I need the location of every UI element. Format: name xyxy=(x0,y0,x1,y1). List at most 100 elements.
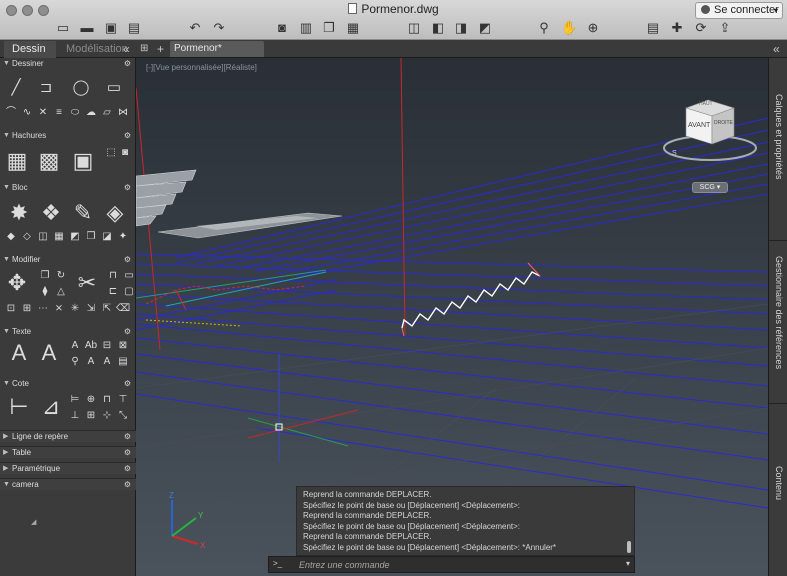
viewcube[interactable]: HAUT AVANT DROITE S xyxy=(672,98,736,157)
gear-icon[interactable]: ⚙ xyxy=(124,378,131,390)
section-camera[interactable]: ▼ camera ⚙ xyxy=(0,478,136,490)
viewcube-top-label[interactable]: HAUT xyxy=(699,101,713,107)
pan-icon[interactable]: ✋ xyxy=(561,20,577,36)
text-style-icon[interactable]: A xyxy=(68,339,82,353)
copy-tool-icon[interactable]: ❐ xyxy=(38,269,52,283)
collapse-right-panel-icon[interactable]: « xyxy=(773,41,780,57)
section-bloc[interactable]: ▼ Bloc ⚙ xyxy=(0,182,136,194)
gradient-tool-icon[interactable]: ▩ xyxy=(36,148,62,174)
mirror-tool-icon[interactable]: ⧫ xyxy=(38,285,52,299)
viewcube-front-label[interactable]: AVANT xyxy=(688,122,710,129)
grid-view-icon[interactable]: ⊞ xyxy=(140,41,148,57)
block-tool-g-icon[interactable]: ✦ xyxy=(116,230,130,244)
spline-tool-icon[interactable]: ∿ xyxy=(20,106,34,120)
block-tool-f-icon[interactable]: ◪ xyxy=(100,230,114,244)
block-tool-d-icon[interactable]: ◩ xyxy=(68,230,82,244)
section-table[interactable]: ▶ Table ⚙ xyxy=(0,446,136,458)
save-as-icon[interactable]: ▤ xyxy=(126,20,142,36)
gear-icon[interactable]: ⚙ xyxy=(124,447,131,459)
sync-icon[interactable]: ⟳ xyxy=(693,20,709,36)
orbit-icon[interactable]: ⊕ xyxy=(585,20,601,36)
break-tool-icon[interactable]: ⋯ xyxy=(36,302,50,316)
layer-state-icon[interactable]: ◩ xyxy=(477,20,493,36)
login-button[interactable]: Se connecter ▾ xyxy=(695,2,783,19)
text-scale-icon[interactable]: A xyxy=(84,355,98,369)
ray-tool-icon[interactable]: ≡ xyxy=(52,106,66,120)
join-tool-icon[interactable]: ⨯ xyxy=(52,302,66,316)
section-hachures[interactable]: ▼ Hachures ⚙ xyxy=(0,130,136,142)
multiline-text-icon[interactable]: A xyxy=(6,340,32,366)
wipeout-tool-icon[interactable]: ▱ xyxy=(100,106,114,120)
trim-tool-icon[interactable]: ✂ xyxy=(74,270,100,296)
dimension-break-icon[interactable]: ⊤ xyxy=(116,393,130,407)
single-line-text-icon[interactable]: A xyxy=(36,340,62,366)
gear-icon[interactable]: ⚙ xyxy=(124,58,131,70)
ellipse-tool-icon[interactable]: ⬭ xyxy=(68,106,82,120)
properties-icon[interactable]: ▤ xyxy=(645,20,661,36)
boundary-tool-icon[interactable]: ▣ xyxy=(70,148,96,174)
fillet-tool-icon[interactable]: ⊏ xyxy=(106,285,120,299)
insert-block-icon[interactable]: ✸ xyxy=(6,200,32,226)
align-tool-icon[interactable]: ⇱ xyxy=(100,302,114,316)
circle-tool-icon[interactable]: ◯ xyxy=(71,78,91,98)
xref-icon[interactable]: ◫ xyxy=(406,20,422,36)
offset-tool-icon[interactable]: ⊡ xyxy=(4,302,18,316)
undo-icon[interactable]: ↶ xyxy=(187,20,203,36)
polyline-tool-icon[interactable]: ⊐ xyxy=(36,78,56,98)
command-prompt-icon[interactable]: >_ xyxy=(273,559,282,568)
section-modifier[interactable]: ▼ Modifier ⚙ xyxy=(0,254,136,266)
block-tool-a-icon[interactable]: ◆ xyxy=(4,230,18,244)
text-align-icon[interactable]: ⊟ xyxy=(100,339,114,353)
block-tool-e-icon[interactable]: ❒ xyxy=(84,230,98,244)
extend-tool-icon[interactable]: ⊓ xyxy=(106,269,120,283)
construction-tool-icon[interactable]: ⋈ xyxy=(116,106,130,120)
center-mark-icon[interactable]: ⊹ xyxy=(100,409,114,423)
dimension-edit-icon[interactable]: ⤡ xyxy=(116,409,130,423)
section-texte[interactable]: ▼ Texte ⚙ xyxy=(0,326,136,338)
paste-icon[interactable]: ▦ xyxy=(345,20,361,36)
gear-icon[interactable]: ⚙ xyxy=(124,479,131,491)
gear-icon[interactable]: ⚙ xyxy=(124,326,131,338)
layer-tools-icon[interactable]: ◨ xyxy=(453,20,469,36)
scale-tool-icon[interactable]: △ xyxy=(54,285,68,299)
plot-icon[interactable]: ▥ xyxy=(298,20,314,36)
new-file-icon[interactable]: ▭ xyxy=(55,20,71,36)
layer-icon[interactable]: ◧ xyxy=(430,20,446,36)
region-tool-icon[interactable]: ⬚ xyxy=(104,146,118,160)
array-tool-icon[interactable]: ⊞ xyxy=(20,302,34,316)
gear-icon[interactable]: ⚙ xyxy=(124,431,131,443)
viewcube-right-label[interactable]: DROITE xyxy=(714,120,733,126)
revcloud-tool-icon[interactable]: ☁ xyxy=(84,106,98,120)
stretch-tool-icon[interactable]: ▭ xyxy=(122,269,136,283)
spell-check-icon[interactable]: Ab xyxy=(84,339,98,353)
block-tool-b-icon[interactable]: ◇ xyxy=(20,230,34,244)
block-attribute-icon[interactable]: ◈ xyxy=(102,200,128,226)
gear-icon[interactable]: ⚙ xyxy=(124,254,131,266)
open-file-icon[interactable]: ▬ xyxy=(79,20,95,36)
hatch-tool-icon[interactable]: ▦ xyxy=(4,148,30,174)
text-combine-icon[interactable]: ▤ xyxy=(116,355,130,369)
section-ligne-de-repere[interactable]: ▶ Ligne de repère ⚙ xyxy=(0,430,136,442)
dimension-space-icon[interactable]: ⊓ xyxy=(100,393,114,407)
radius-dimension-icon[interactable]: ⊕ xyxy=(84,393,98,407)
redo-icon[interactable]: ↷ xyxy=(211,20,227,36)
rectangle-tool-icon[interactable]: ▭ xyxy=(104,78,124,98)
command-input[interactable] xyxy=(299,558,619,572)
publish-icon[interactable]: ◙ xyxy=(274,20,290,36)
line-tool-icon[interactable]: ╱ xyxy=(6,78,26,98)
tolerance-icon[interactable]: ⊞ xyxy=(84,409,98,423)
rotate-tool-icon[interactable]: ↻ xyxy=(54,269,68,283)
zoom-icon[interactable]: ⚲ xyxy=(536,20,552,36)
ordinate-dimension-icon[interactable]: ⊥ xyxy=(68,409,82,423)
gear-icon[interactable]: ⚙ xyxy=(124,130,131,142)
erase-tool-icon[interactable]: ⌫ xyxy=(116,302,130,316)
chamfer-tool-icon[interactable]: ▢ xyxy=(122,285,136,299)
tab-modelisation[interactable]: Modélisation xyxy=(58,41,128,58)
xline-tool-icon[interactable]: ✕ xyxy=(36,106,50,120)
tab-pormenor[interactable]: Pormenor* xyxy=(170,41,264,57)
block-table-icon[interactable]: ▦ xyxy=(52,230,66,244)
linear-dimension-icon[interactable]: ⊢ xyxy=(6,394,32,420)
gear-icon[interactable]: ⚙ xyxy=(124,463,131,475)
match-properties-icon[interactable]: ✚ xyxy=(669,20,685,36)
arc-tool-icon[interactable]: ⌒ xyxy=(4,106,18,120)
